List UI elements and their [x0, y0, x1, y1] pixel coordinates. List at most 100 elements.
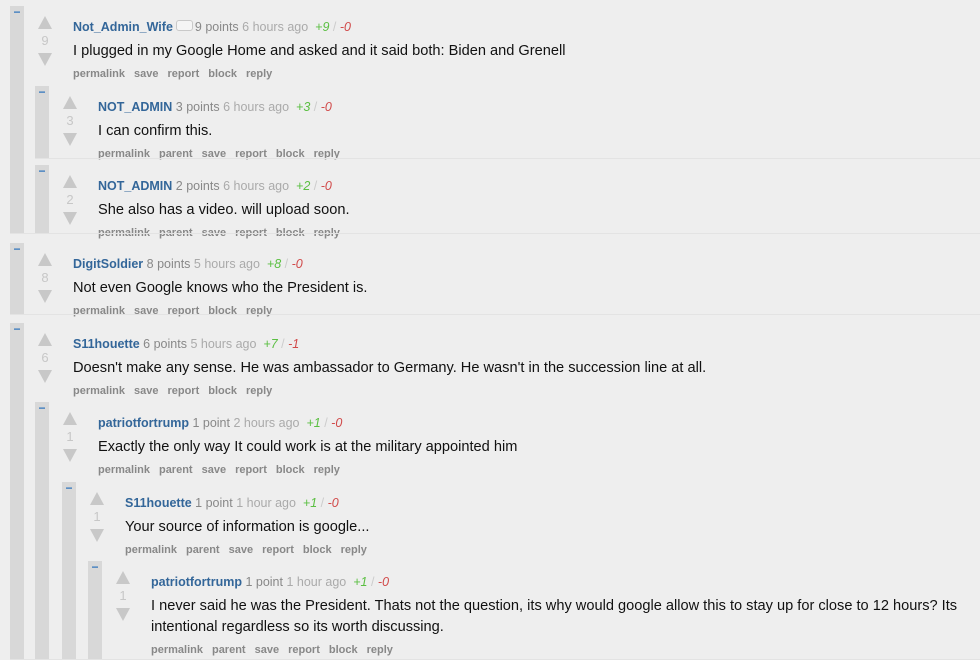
- comment-body: patriotfortrump 1 point 1 hour ago +1 / …: [151, 575, 972, 656]
- report-link[interactable]: report: [235, 464, 267, 476]
- parent-link[interactable]: parent: [186, 544, 220, 556]
- comment-actions: permalink save report block reply: [73, 305, 972, 317]
- downvote-count: -0: [327, 496, 339, 510]
- timestamp: 1 hour ago: [286, 575, 347, 589]
- collapse-toggle[interactable]: −: [12, 323, 22, 335]
- upvote-arrow-icon[interactable]: [63, 412, 77, 425]
- comment-text: Doesn't make any sense. He was ambassado…: [73, 360, 707, 376]
- block-link[interactable]: block: [208, 305, 237, 317]
- author-link[interactable]: S11houette: [73, 337, 140, 351]
- author-link[interactable]: NOT_ADMIN: [98, 100, 172, 114]
- thread-rail[interactable]: −: [62, 482, 76, 660]
- collapse-toggle[interactable]: −: [37, 165, 47, 177]
- report-link[interactable]: report: [167, 68, 199, 80]
- thread-rail[interactable]: −: [35, 402, 49, 660]
- comment-body: S11houette 1 point 1 hour ago +1 / -0 Yo…: [125, 496, 972, 556]
- reply-link[interactable]: reply: [367, 644, 393, 656]
- downvote-count: -0: [339, 20, 351, 34]
- comment-divider: [35, 158, 980, 159]
- report-link[interactable]: report: [262, 544, 294, 556]
- comment-body: patriotfortrump 1 point 2 hours ago +1 /…: [98, 416, 972, 476]
- downvote-arrow-icon[interactable]: [63, 133, 77, 146]
- save-link[interactable]: save: [134, 385, 158, 397]
- collapse-toggle[interactable]: −: [37, 86, 47, 98]
- vote-separator: /: [281, 337, 285, 351]
- downvote-arrow-icon[interactable]: [90, 529, 104, 542]
- comment-text: I never said he was the President. Thats…: [151, 598, 958, 635]
- downvote-arrow-icon[interactable]: [116, 608, 130, 621]
- thread-rail[interactable]: −: [35, 86, 49, 159]
- collapse-toggle[interactable]: −: [64, 482, 74, 494]
- author-link[interactable]: patriotfortrump: [98, 416, 189, 430]
- thread-rail[interactable]: −: [35, 165, 49, 234]
- save-link[interactable]: save: [229, 544, 253, 556]
- vote-score: 1: [119, 588, 127, 603]
- permalink-link[interactable]: permalink: [98, 464, 150, 476]
- parent-link[interactable]: parent: [159, 464, 193, 476]
- author-link[interactable]: NOT_ADMIN: [98, 179, 172, 193]
- report-link[interactable]: report: [167, 305, 199, 317]
- permalink-link[interactable]: permalink: [125, 544, 177, 556]
- upvote-arrow-icon[interactable]: [63, 96, 77, 109]
- comment-tagline: NOT_ADMIN 3 points 6 hours ago +3 / -0: [98, 100, 972, 114]
- vote-separator: /: [284, 257, 289, 271]
- permalink-link[interactable]: permalink: [73, 68, 125, 80]
- save-link[interactable]: save: [134, 68, 158, 80]
- author-link[interactable]: DigitSoldier: [73, 257, 143, 271]
- reply-link[interactable]: reply: [246, 305, 272, 317]
- collapse-toggle[interactable]: −: [90, 561, 100, 573]
- block-link[interactable]: block: [208, 68, 237, 80]
- vote-score: 2: [66, 192, 74, 207]
- downvote-count: -0: [320, 100, 332, 114]
- downvote-arrow-icon[interactable]: [63, 212, 77, 225]
- upvote-count: +8: [266, 257, 282, 271]
- permalink-link[interactable]: permalink: [151, 644, 203, 656]
- block-link[interactable]: block: [303, 544, 332, 556]
- reply-link[interactable]: reply: [341, 544, 367, 556]
- thread-rail[interactable]: −: [88, 561, 102, 660]
- save-link[interactable]: save: [134, 305, 158, 317]
- save-link[interactable]: save: [255, 644, 279, 656]
- downvote-arrow-icon[interactable]: [38, 53, 52, 66]
- upvote-arrow-icon[interactable]: [38, 16, 52, 29]
- block-link[interactable]: block: [208, 385, 237, 397]
- thread-rail[interactable]: −: [10, 6, 24, 234]
- permalink-link[interactable]: permalink: [73, 385, 125, 397]
- upvote-count: +7: [263, 337, 278, 351]
- comment-body: Not_Admin_Wife 9 points 6 hours ago +9 / …: [73, 20, 972, 80]
- upvote-arrow-icon[interactable]: [38, 253, 52, 266]
- author-link[interactable]: S11houette: [125, 496, 192, 510]
- collapse-toggle[interactable]: −: [12, 6, 22, 18]
- collapse-toggle[interactable]: −: [37, 402, 47, 414]
- upvote-arrow-icon[interactable]: [63, 175, 77, 188]
- reply-link[interactable]: reply: [314, 464, 340, 476]
- thread-rail[interactable]: −: [10, 323, 24, 660]
- vote-score: 3: [66, 113, 74, 128]
- author-link[interactable]: Not_Admin_Wife: [73, 20, 173, 34]
- collapse-toggle[interactable]: −: [12, 243, 22, 255]
- upvote-arrow-icon[interactable]: [90, 492, 104, 505]
- comment: − 2 NOT_ADMIN 2 points 6 hours ago +2 / …: [35, 165, 980, 239]
- vote-controls: 9: [33, 16, 57, 66]
- comment-text: Your source of information is google...: [125, 519, 370, 535]
- block-link[interactable]: block: [329, 644, 358, 656]
- upvote-arrow-icon[interactable]: [116, 571, 130, 584]
- upvote-arrow-icon[interactable]: [38, 333, 52, 346]
- author-link[interactable]: patriotfortrump: [151, 575, 242, 589]
- downvote-arrow-icon[interactable]: [63, 449, 77, 462]
- save-link[interactable]: save: [202, 464, 226, 476]
- block-link[interactable]: block: [276, 464, 305, 476]
- reply-link[interactable]: reply: [246, 385, 272, 397]
- comment-actions: permalink save report block reply: [73, 68, 972, 80]
- thread-rail[interactable]: −: [10, 243, 24, 315]
- comment: − 3 NOT_ADMIN 3 points 6 hours ago +3 / …: [35, 86, 980, 160]
- downvote-arrow-icon[interactable]: [38, 370, 52, 383]
- permalink-link[interactable]: permalink: [73, 305, 125, 317]
- report-link[interactable]: report: [167, 385, 199, 397]
- comment-tagline: NOT_ADMIN 2 points 6 hours ago +2 / -0: [98, 179, 972, 193]
- upvote-count: +1: [306, 416, 321, 430]
- downvote-arrow-icon[interactable]: [38, 290, 52, 303]
- report-link[interactable]: report: [288, 644, 320, 656]
- reply-link[interactable]: reply: [246, 68, 272, 80]
- parent-link[interactable]: parent: [212, 644, 246, 656]
